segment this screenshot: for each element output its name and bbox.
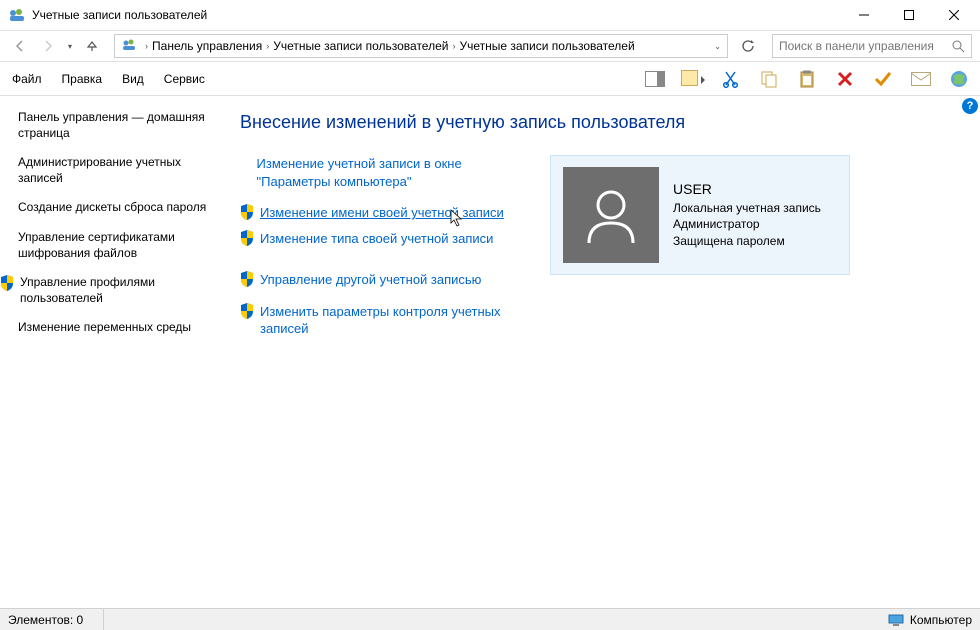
shield-icon [240, 204, 254, 220]
computer-icon [888, 614, 904, 626]
breadcrumb[interactable]: › Панель управления › Учетные записи пол… [114, 34, 728, 58]
copy-icon[interactable] [756, 66, 782, 92]
main-panel: Внесение изменений в учетную запись поль… [220, 96, 980, 608]
user-info: USER Локальная учетная запись Администра… [673, 180, 821, 250]
user-protection: Защищена паролем [673, 233, 821, 250]
refresh-button[interactable] [736, 34, 760, 58]
minimize-button[interactable] [841, 1, 886, 29]
back-button[interactable] [8, 34, 32, 58]
shield-icon [240, 303, 254, 319]
menu-service[interactable]: Сервис [160, 68, 209, 90]
menu-view[interactable]: Вид [118, 68, 148, 90]
sidebar-link-admin[interactable]: Администрирование учетных записей [18, 155, 210, 186]
globe-icon[interactable] [946, 66, 972, 92]
recent-dropdown[interactable]: ▾ [64, 42, 76, 51]
forward-button[interactable] [36, 34, 60, 58]
menu-edit[interactable]: Правка [58, 68, 107, 90]
sidebar-link-reset-disk[interactable]: Создание дискеты сброса пароля [18, 200, 210, 216]
mail-icon[interactable] [908, 66, 934, 92]
page-heading: Внесение изменений в учетную запись поль… [240, 112, 960, 133]
shield-icon [240, 230, 254, 246]
user-role: Администратор [673, 216, 821, 233]
sidebar-link-env[interactable]: Изменение переменных среды [18, 320, 210, 336]
delete-icon[interactable] [832, 66, 858, 92]
user-panel: USER Локальная учетная запись Администра… [550, 155, 850, 275]
maximize-button[interactable] [886, 1, 931, 29]
status-location: Компьютер [888, 613, 972, 627]
titlebar: Учетные записи пользователей [0, 0, 980, 30]
breadcrumb-dropdown[interactable]: ⌄ [710, 42, 725, 51]
action-change-type[interactable]: Изменение типа своей учетной записи [240, 230, 530, 248]
sidebar: Панель управления — домашняя страница Ад… [0, 96, 220, 608]
action-change-name[interactable]: Изменение имени своей учетной записи [240, 204, 530, 222]
up-button[interactable] [80, 34, 104, 58]
search-icon [951, 39, 965, 53]
shield-icon [240, 271, 254, 287]
content-area: ? Панель управления — домашняя страница … [0, 96, 980, 608]
help-icon[interactable]: ? [962, 98, 978, 114]
statusbar: Элементов: 0 Компьютер [0, 608, 980, 630]
avatar [563, 167, 659, 263]
users-icon [121, 37, 137, 56]
search-input[interactable] [779, 39, 951, 53]
apply-icon[interactable] [870, 66, 896, 92]
control-panel-home-link[interactable]: Панель управления — домашняя страница [18, 110, 210, 141]
view-options-icon[interactable] [680, 66, 706, 92]
window-title: Учетные записи пользователей [32, 8, 841, 22]
action-change-in-settings[interactable]: Изменение учетной записи в окне "Парамет… [240, 155, 530, 190]
shield-icon [0, 275, 14, 306]
cut-icon[interactable] [718, 66, 744, 92]
breadcrumb-2[interactable]: Учетные записи пользователей [273, 39, 448, 53]
breadcrumb-1[interactable]: Панель управления [152, 39, 262, 53]
menu-file[interactable]: Файл [8, 68, 46, 90]
close-button[interactable] [931, 1, 976, 29]
search-box[interactable] [772, 34, 972, 58]
user-name: USER [673, 180, 821, 200]
actions-list: Изменение учетной записи в окне "Парамет… [240, 155, 530, 352]
sidebar-link-profiles[interactable]: Управление профилями пользователей [18, 275, 210, 306]
action-manage-other[interactable]: Управление другой учетной записью [240, 271, 530, 289]
menubar: Файл Правка Вид Сервис [0, 62, 980, 96]
sidebar-link-certs[interactable]: Управление сертификатами шифрования файл… [18, 230, 210, 261]
app-icon [8, 6, 26, 24]
view-pane-icon[interactable] [642, 66, 668, 92]
breadcrumb-3[interactable]: Учетные записи пользователей [459, 39, 634, 53]
paste-icon[interactable] [794, 66, 820, 92]
status-elements: Элементов: 0 [8, 609, 104, 630]
action-uac-settings[interactable]: Изменить параметры контроля учетных запи… [240, 303, 530, 338]
navbar: ▾ › Панель управления › Учетные записи п… [0, 30, 980, 62]
user-type: Локальная учетная запись [673, 200, 821, 217]
